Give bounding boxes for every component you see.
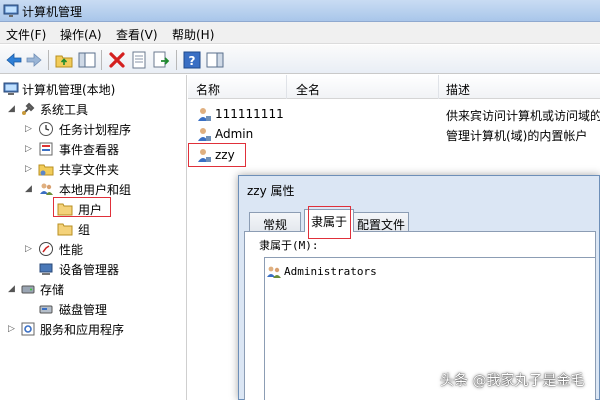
user-name: Admin: [215, 127, 254, 141]
delete-icon[interactable]: [107, 50, 127, 70]
column-header-description[interactable]: 描述: [446, 81, 470, 98]
list-row-user[interactable]: zzy: [188, 145, 600, 165]
tree-label: 设备管理器: [59, 263, 120, 277]
tree-label: 性能: [59, 243, 84, 257]
system-tools-icon: [22, 102, 35, 115]
expand-arrow-icon[interactable]: ▷: [25, 144, 32, 154]
expand-arrow-icon[interactable]: ▷: [25, 164, 32, 174]
column-divider[interactable]: [438, 75, 439, 99]
collapse-arrow-icon[interactable]: ◢: [8, 104, 15, 114]
column-header-name[interactable]: 名称: [196, 81, 220, 98]
collapse-arrow-icon[interactable]: ◢: [8, 284, 15, 294]
column-divider[interactable]: [286, 75, 287, 99]
svg-text:?: ?: [189, 54, 196, 68]
event-viewer-icon: [39, 142, 53, 156]
tree-label: 系统工具: [40, 103, 89, 117]
forward-arrow-icon[interactable]: [24, 50, 44, 70]
list-header: 名称 全名 描述: [188, 75, 600, 99]
up-folder-icon[interactable]: [54, 50, 74, 70]
tree-label: 计算机管理(本地): [22, 83, 116, 97]
device-manager-icon: [39, 263, 53, 275]
user-name: 111111111: [215, 107, 284, 121]
watermark: 头条 @我家丸子是金毛: [440, 373, 585, 389]
tree-label: 任务计划程序: [59, 123, 132, 137]
tree-label: 磁盘管理: [59, 303, 108, 317]
computer-management-icon: [3, 82, 19, 95]
tree-label: 服务和应用程序: [40, 323, 125, 337]
column-header-fullname[interactable]: 全名: [296, 81, 320, 98]
collapse-arrow-icon[interactable]: ◢: [25, 184, 32, 194]
menu-help[interactable]: 帮助(H): [172, 26, 214, 43]
performance-icon: [39, 242, 53, 256]
toolbar: ?: [0, 45, 600, 74]
menu-file[interactable]: 文件(F): [6, 26, 46, 43]
group-icon: [267, 266, 281, 278]
help-icon[interactable]: ?: [182, 50, 202, 70]
user-description: 管理计算机(域)的内置帐户: [446, 129, 588, 143]
shared-folder-icon: [38, 164, 54, 176]
tab-general[interactable]: 常规: [249, 212, 301, 232]
list-row-user[interactable]: Admin 管理计算机(域)的内置帐户: [188, 124, 600, 144]
properties-icon[interactable]: [129, 50, 149, 70]
tree-label: 组: [78, 223, 91, 237]
user-icon: [198, 128, 211, 141]
window-title: 计算机管理: [22, 5, 83, 19]
tree-label: 存储: [40, 283, 65, 297]
user-icon: [198, 108, 211, 121]
navigation-tree: 计算机管理(本地) ◢ 系统工具 ▷ 任务计划程序 ▷ 事件查看器 ▷ 共享文件…: [0, 75, 187, 400]
menu-bar: 文件(F) 操作(A) 查看(V) 帮助(H): [0, 22, 600, 44]
highlight-box-member-of: [308, 206, 351, 239]
tree-label: 事件查看器: [59, 143, 120, 157]
computer-management-icon: [3, 4, 19, 17]
user-description: 供来宾访问计算机或访问域的: [446, 109, 600, 123]
back-arrow-icon[interactable]: [4, 50, 24, 70]
member-name: Administrators: [284, 265, 377, 278]
toolbar-separator: [101, 50, 102, 70]
users-group-icon: [40, 183, 53, 195]
action-pane-icon[interactable]: [205, 50, 225, 70]
highlight-box-zzy: [188, 143, 246, 167]
tab-profile[interactable]: 配置文件: [353, 212, 409, 232]
clock-icon: [39, 122, 53, 136]
member-of-label: 隶属于(M):: [259, 239, 319, 252]
toolbar-separator: [48, 50, 49, 70]
export-list-icon[interactable]: [151, 50, 171, 70]
menu-action[interactable]: 操作(A): [60, 26, 102, 43]
list-row-user[interactable]: 111111111 供来宾访问计算机或访问域的: [188, 104, 600, 124]
folder-icon: [57, 223, 73, 236]
user-properties-dialog: zzy 属性 常规 隶属于 配置文件 隶属于(M): Administrator…: [238, 175, 600, 400]
services-icon: [21, 322, 35, 336]
expand-arrow-icon[interactable]: ▷: [8, 324, 15, 334]
title-bar: 计算机管理: [0, 0, 600, 22]
disk-management-icon: [39, 305, 53, 314]
highlight-box-users: [53, 197, 111, 217]
expand-arrow-icon[interactable]: ▷: [25, 244, 32, 254]
tree-label: 共享文件夹: [59, 163, 120, 177]
toolbar-separator: [176, 50, 177, 70]
expand-arrow-icon[interactable]: ▷: [25, 124, 32, 134]
menu-view[interactable]: 查看(V): [116, 26, 158, 43]
show-hide-tree-icon[interactable]: [77, 50, 97, 70]
dialog-title: zzy 属性: [247, 184, 295, 198]
storage-icon: [21, 285, 35, 294]
tree-label: 本地用户和组: [59, 183, 132, 197]
